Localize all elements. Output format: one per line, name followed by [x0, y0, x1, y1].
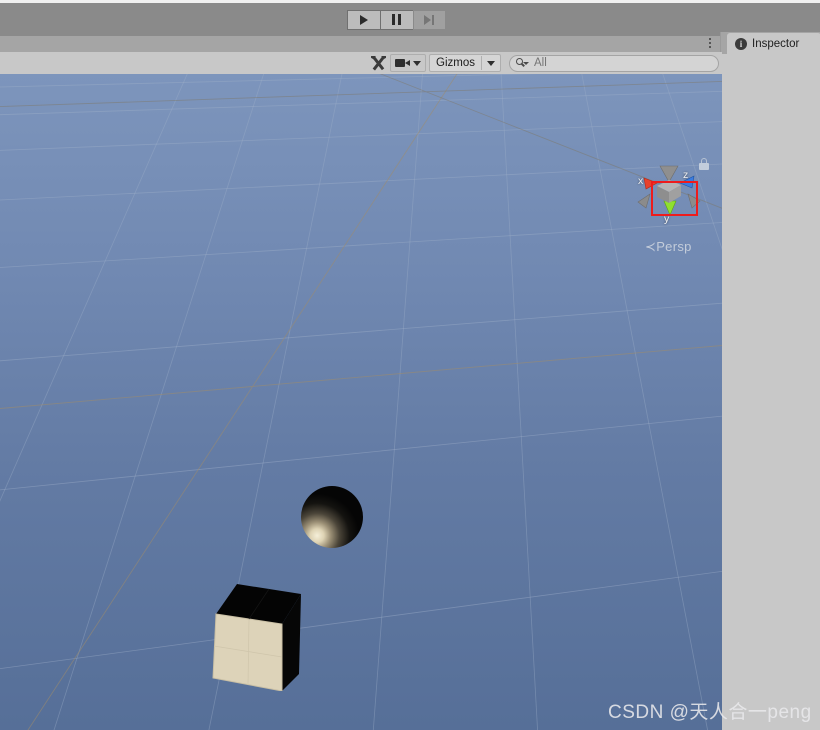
playback-controls — [346, 9, 446, 30]
play-button[interactable] — [346, 9, 380, 30]
sphere-object[interactable] — [301, 486, 363, 548]
scene-orientation-gizmo[interactable] — [636, 156, 706, 226]
gizmos-caret-wrap[interactable] — [482, 60, 500, 66]
info-icon: i — [735, 37, 747, 50]
play-icon — [359, 14, 368, 25]
scene-view-toolbar: Gizmos — [0, 52, 722, 74]
tools-button[interactable] — [367, 54, 391, 72]
chevron-down-icon — [413, 60, 422, 66]
pause-button[interactable] — [379, 9, 413, 30]
inspector-panel: i Inspector — [720, 32, 820, 730]
step-icon — [424, 14, 434, 25]
pause-icon — [392, 14, 401, 25]
camera-icon — [395, 58, 411, 68]
toolbar-secondary-band — [0, 36, 820, 52]
projection-mode-text: Persp — [656, 239, 692, 254]
unity-editor-window: i Inspector Gizmos All x y z ≺Persp CSDN… — [0, 0, 820, 730]
cube-object[interactable] — [196, 566, 316, 691]
projection-prefix-icon: ≺ — [645, 239, 657, 254]
step-button[interactable] — [412, 9, 446, 30]
scene-camera-button[interactable] — [390, 54, 427, 72]
inspector-tab-label: Inspector — [752, 37, 800, 50]
gizmos-label: Gizmos — [436, 57, 475, 69]
kebab-menu-icon[interactable] — [703, 35, 717, 50]
scene-viewport[interactable]: x y z ≺Persp — [0, 74, 722, 730]
tab-inspector[interactable]: i Inspector — [727, 33, 820, 54]
scene-grid — [0, 74, 722, 730]
search-input[interactable] — [534, 57, 704, 69]
lock-icon[interactable] — [698, 158, 709, 170]
inspector-content — [721, 54, 820, 730]
chevron-down-icon — [487, 60, 495, 66]
main-toolbar — [0, 3, 820, 36]
tools-icon — [371, 55, 387, 71]
search-icon — [516, 58, 529, 68]
scene-search-field[interactable] — [509, 54, 719, 72]
gizmos-dropdown[interactable]: Gizmos — [429, 54, 501, 72]
projection-mode-label[interactable]: ≺Persp — [645, 239, 692, 255]
